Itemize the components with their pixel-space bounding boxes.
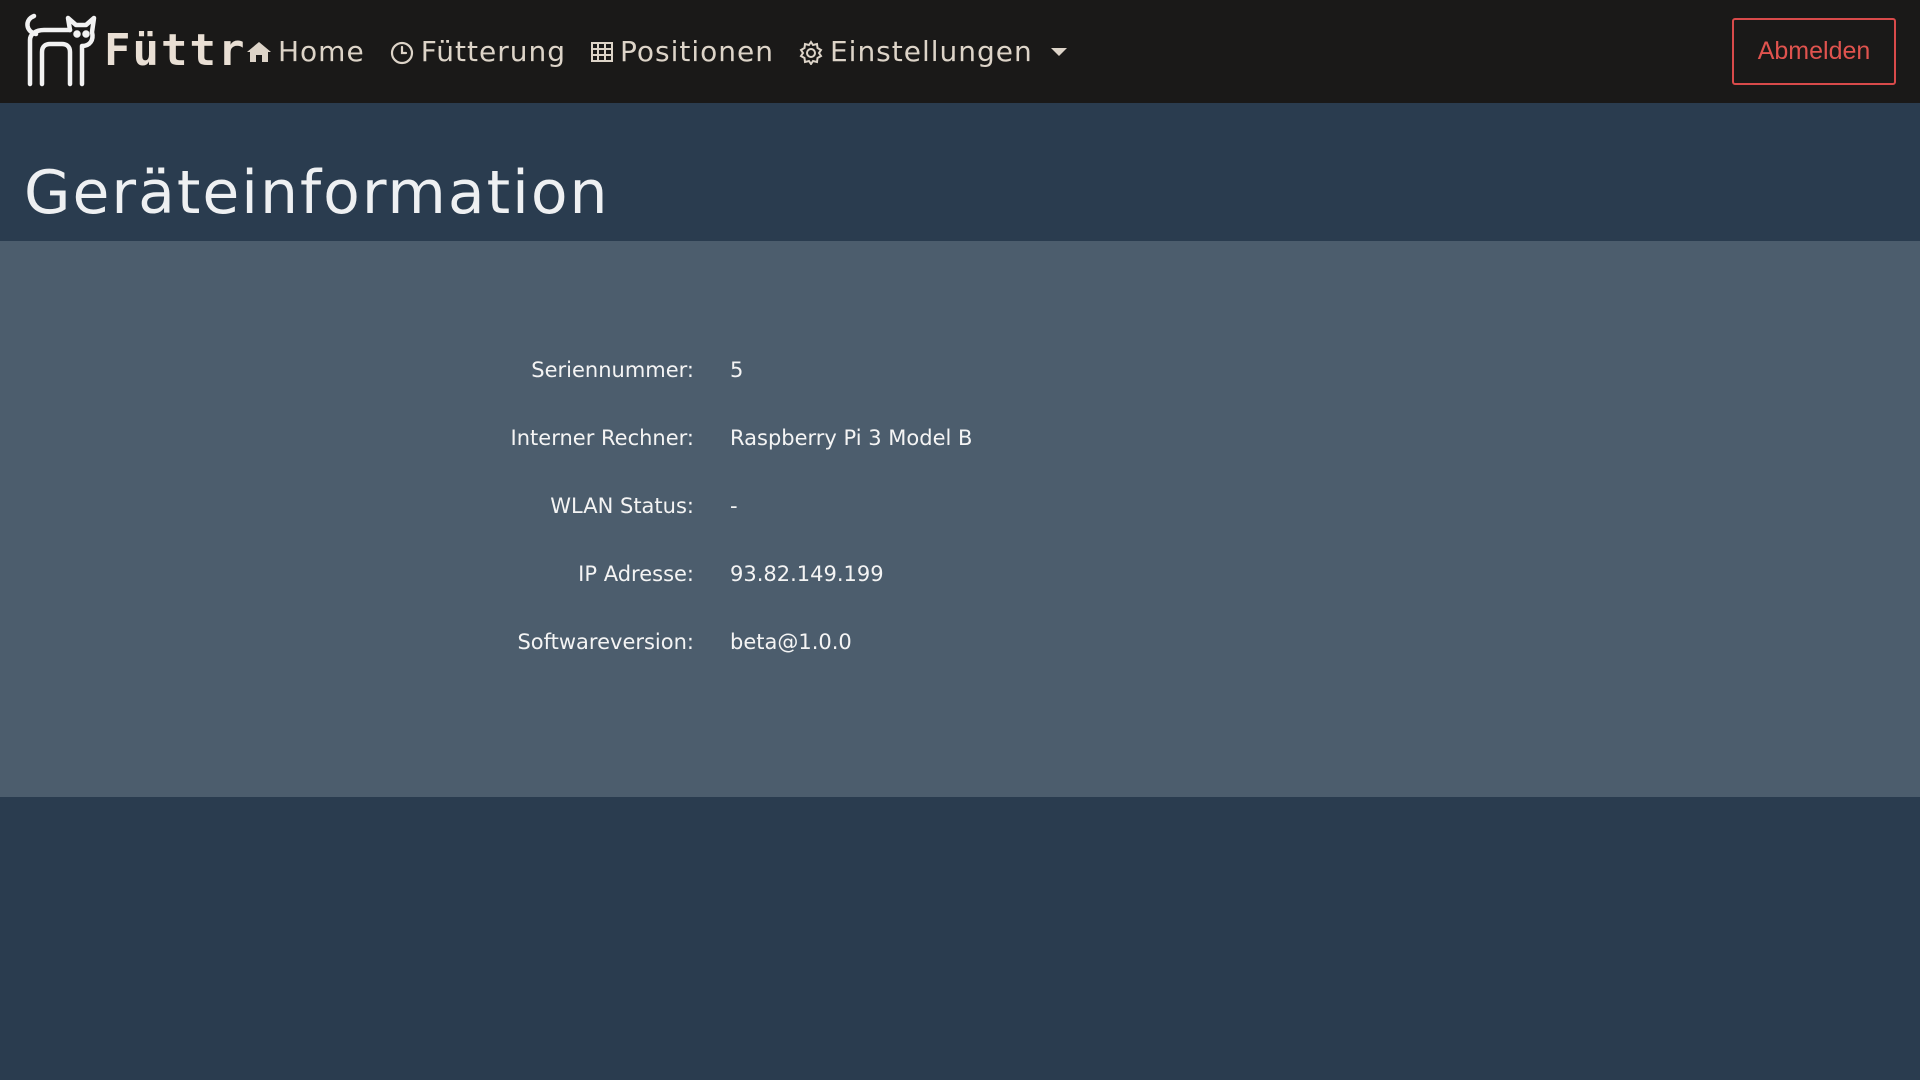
info-value: 5 [730,358,744,382]
cat-icon [22,12,98,88]
nav-item-home[interactable]: Home [246,35,365,68]
info-row-ip: IP Adresse: 93.82.149.199 [0,562,1920,602]
info-label: Seriennummer: [531,358,694,382]
info-value: 93.82.149.199 [730,562,884,586]
info-label: WLAN Status: [550,494,694,518]
info-row-computer: Interner Rechner: Raspberry Pi 3 Model B [0,426,1920,466]
nav-item-positionen[interactable]: Positionen [590,35,774,68]
grid-icon [590,40,614,64]
page-title: Geräteinformation [24,158,610,228]
info-row-wlan: WLAN Status: - [0,494,1920,534]
info-label: Softwareversion: [517,630,694,654]
brand-name: Füttr [104,24,247,76]
info-value: Raspberry Pi 3 Model B [730,426,973,450]
nav-item-label: Einstellungen [829,35,1033,68]
device-info-panel: Seriennummer: 5 Interner Rechner: Raspbe… [0,241,1920,797]
info-value: - [730,494,738,518]
brand-link[interactable]: Füttr [22,12,246,88]
nav-item-einstellungen[interactable]: Einstellungen [798,35,1067,68]
info-row-software: Softwareversion: beta@1.0.0 [0,630,1920,670]
nav-item-label: Positionen [619,35,774,68]
gear-icon [798,39,824,65]
logout-button[interactable]: Abmelden [1732,18,1896,85]
chevron-down-icon [1050,47,1067,56]
info-label: Interner Rechner: [510,426,694,450]
nav-item-label: Home [278,35,365,68]
navbar: Füttr Home Fütterung Positionen Einstell… [0,0,1920,103]
clock-icon [389,39,415,65]
info-row-serial: Seriennummer: 5 [0,358,1920,398]
info-label: IP Adresse: [578,562,694,586]
nav-item-fuetterung[interactable]: Fütterung [389,35,566,68]
main-nav: Home Fütterung Positionen Einstellungen [246,0,1091,103]
info-value: beta@1.0.0 [730,630,852,654]
nav-item-label: Fütterung [420,35,566,68]
home-icon [246,40,272,64]
